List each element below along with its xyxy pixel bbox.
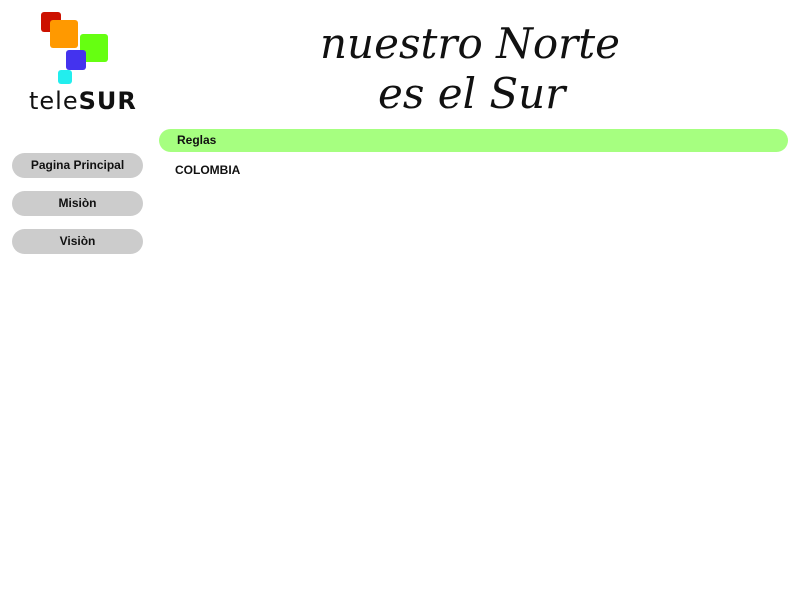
logo-square-blue-icon (66, 50, 86, 70)
page: teleSUR nuestro Norte es el Sur Pagina P… (0, 0, 800, 600)
section-title: Reglas (177, 133, 217, 147)
logo-wordmark: teleSUR (29, 87, 137, 115)
section-header-bar: Reglas (159, 129, 788, 152)
content-text: COLOMBIA (175, 163, 241, 177)
sidebar-nav: Pagina Principal Misiòn Visiòn (12, 153, 143, 267)
logo-square-orange-icon (50, 20, 78, 48)
logo-text-light: tele (29, 87, 79, 115)
logo-square-cyan-icon (58, 70, 72, 84)
nav-button-mision[interactable]: Misiòn (12, 191, 143, 216)
slogan-line-1: nuestro Norte (320, 19, 620, 68)
slogan-handwriting: nuestro Norte es el Sur (320, 19, 620, 118)
telesur-logo[interactable]: teleSUR (26, 10, 136, 118)
logo-text-bold: SUR (78, 87, 137, 115)
nav-button-pagina-principal[interactable]: Pagina Principal (12, 153, 143, 178)
slogan-line-2: es el Sur (378, 69, 568, 118)
nav-button-vision[interactable]: Visiòn (12, 229, 143, 254)
